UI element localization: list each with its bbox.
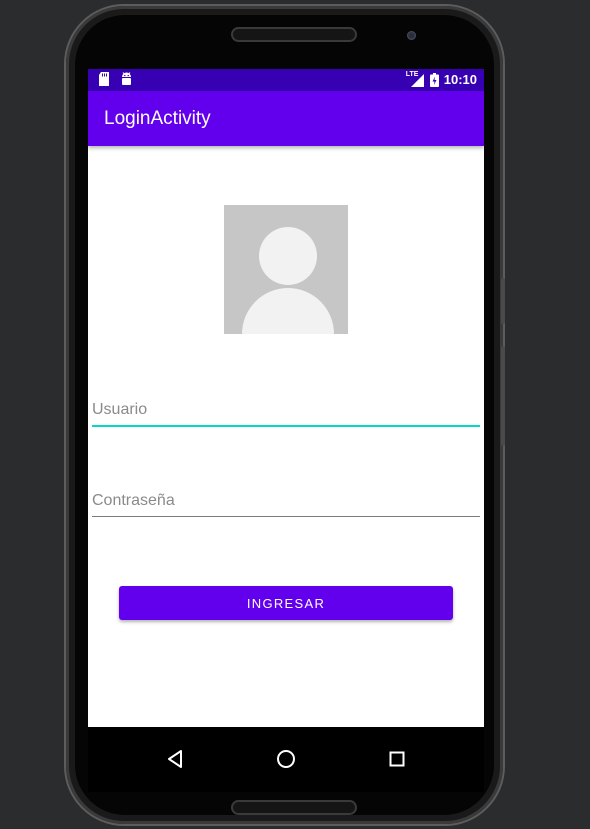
app-title: LoginActivity xyxy=(104,108,211,129)
power-button[interactable] xyxy=(501,278,505,324)
avatar-head xyxy=(259,227,317,285)
network-type-label: LTE xyxy=(405,70,419,78)
avatar-body xyxy=(242,288,334,334)
username-input[interactable] xyxy=(92,395,480,427)
front-camera xyxy=(407,31,416,40)
volume-button[interactable] xyxy=(501,346,505,446)
android-icon xyxy=(122,72,131,85)
recents-button[interactable] xyxy=(377,739,417,779)
recents-icon xyxy=(389,751,405,767)
bottom-speaker xyxy=(231,800,357,815)
password-input[interactable] xyxy=(92,485,480,517)
top-speaker xyxy=(231,27,357,42)
default-avatar-icon xyxy=(224,205,348,334)
device-screen: LTE 10:10 LoginActivity INGRESAR xyxy=(88,69,484,792)
navigation-bar xyxy=(88,727,484,792)
home-icon xyxy=(277,750,295,768)
back-icon xyxy=(168,750,182,768)
battery-icon xyxy=(429,72,439,87)
login-button[interactable]: INGRESAR xyxy=(119,586,453,620)
home-button[interactable] xyxy=(266,739,306,779)
signal-icon: LTE xyxy=(405,70,425,87)
app-bar: LoginActivity xyxy=(88,91,484,146)
status-bar: LTE 10:10 xyxy=(88,69,484,91)
status-left-icons xyxy=(98,72,133,86)
status-right-icons: LTE 10:10 xyxy=(405,70,477,88)
status-time: 10:10 xyxy=(443,72,477,87)
back-button[interactable] xyxy=(155,739,195,779)
sd-card-icon xyxy=(99,72,109,86)
